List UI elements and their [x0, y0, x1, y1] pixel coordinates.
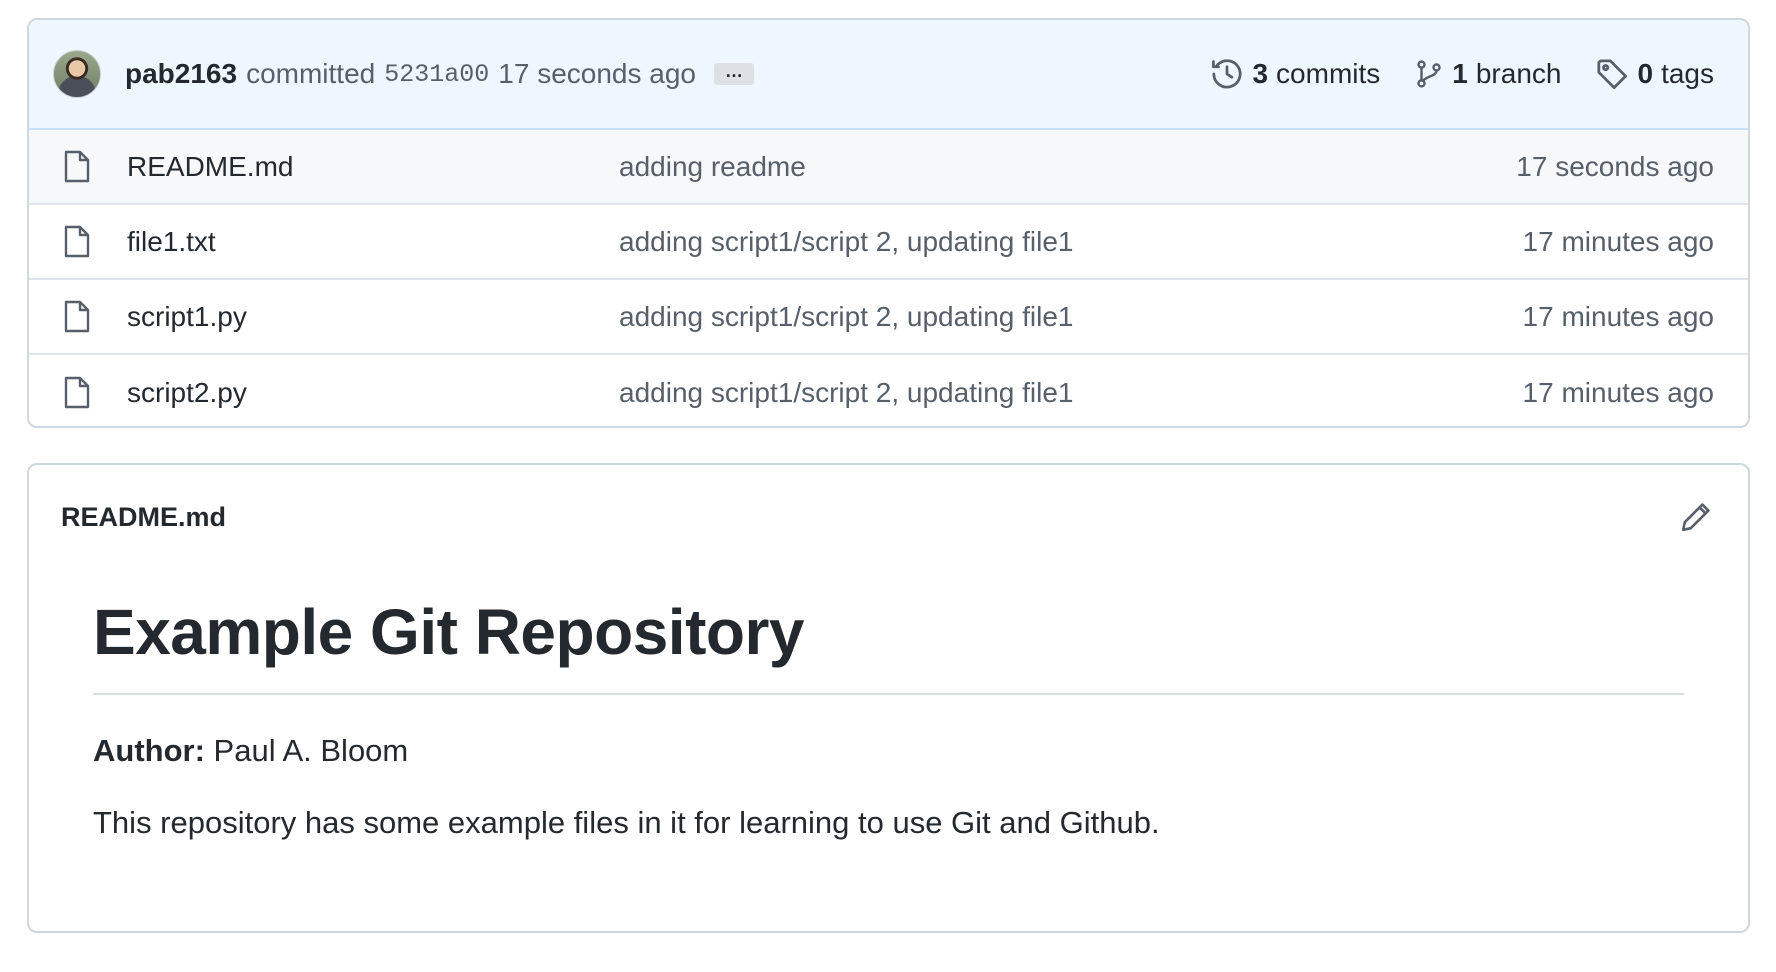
commit-sha-link[interactable]: 5231a00: [384, 60, 489, 89]
git-branch-icon: [1417, 60, 1441, 88]
branches-link[interactable]: 1 branch: [1414, 57, 1561, 91]
tags-label: tags: [1661, 58, 1714, 89]
readme-author-line: Author: Paul A. Bloom: [93, 733, 1684, 769]
file-commit-message-link[interactable]: adding script1/script 2, updating file1: [619, 226, 1074, 258]
file-row-script1[interactable]: script1.py adding script1/script 2, upda…: [29, 280, 1748, 355]
file-row-file1[interactable]: file1.txt adding script1/script 2, updat…: [29, 205, 1748, 280]
file-commit-time: 17 minutes ago: [1522, 225, 1714, 257]
file-name-link[interactable]: script1.py: [127, 301, 247, 333]
commits-count: 3: [1252, 58, 1269, 89]
commits-link[interactable]: 3 commits: [1210, 57, 1380, 91]
tags-link[interactable]: 0 tags: [1595, 57, 1714, 91]
file-browser: pab2163 committed 5231a00 17 seconds ago…: [27, 18, 1750, 428]
tags-count: 0: [1637, 58, 1654, 89]
file-row-readme[interactable]: README.md adding readme 17 seconds ago: [29, 130, 1748, 205]
tag-icon: [1597, 59, 1628, 89]
commit-time: 17 seconds ago: [498, 58, 696, 89]
file-commit-message-link[interactable]: adding script1/script 2, updating file1: [619, 301, 1074, 333]
edit-readme-button[interactable]: [1678, 499, 1714, 535]
file-icon: [64, 376, 90, 408]
file-row-script2[interactable]: script2.py adding script1/script 2, upda…: [29, 355, 1748, 426]
readme-filename: README.md: [61, 501, 227, 532]
branches-count: 1: [1452, 58, 1468, 89]
file-icon: [64, 300, 90, 332]
file-commit-time: 17 seconds ago: [1516, 150, 1714, 182]
author-name: Paul A. Bloom: [213, 733, 409, 768]
commit-author-link[interactable]: pab2163: [125, 58, 237, 90]
file-icon: [64, 150, 90, 182]
file-name-link[interactable]: script2.py: [127, 377, 247, 409]
expand-commit-message-button[interactable]: …: [713, 62, 754, 85]
file-icon: [64, 225, 90, 257]
branches-label: branch: [1475, 58, 1562, 89]
file-commit-time: 17 minutes ago: [1522, 300, 1714, 332]
file-name-link[interactable]: README.md: [127, 151, 293, 183]
readme-description: This repository has some example files i…: [93, 805, 1160, 840]
history-icon: [1212, 59, 1243, 89]
pencil-icon: [1681, 503, 1710, 532]
file-commit-message-link[interactable]: adding readme: [619, 151, 806, 183]
commit-action-text: committed: [246, 58, 376, 89]
file-commit-message-link[interactable]: adding script1/script 2, updating file1: [619, 377, 1074, 409]
readme-header: README.md: [29, 465, 1748, 569]
file-name-link[interactable]: file1.txt: [127, 226, 216, 258]
file-commit-time: 17 minutes ago: [1522, 376, 1714, 408]
latest-commit-bar: pab2163 committed 5231a00 17 seconds ago…: [29, 20, 1748, 130]
readme-panel: README.md Example Git Repository Author:…: [27, 463, 1750, 933]
author-label: Author:: [93, 733, 205, 768]
avatar[interactable]: [53, 50, 101, 98]
readme-content: Example Git Repository Author: Paul A. B…: [29, 569, 1748, 841]
commits-label: commits: [1276, 58, 1381, 89]
readme-heading: Example Git Repository: [93, 595, 1684, 695]
